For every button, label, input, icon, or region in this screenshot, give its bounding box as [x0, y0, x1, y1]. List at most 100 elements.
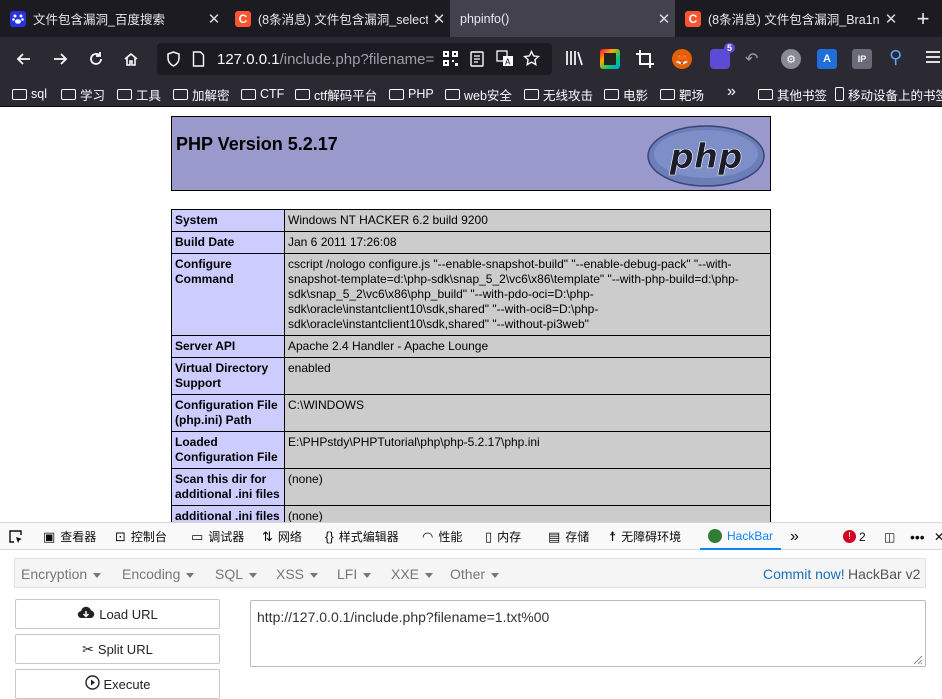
error-icon: !: [843, 530, 856, 543]
resize-handle-icon[interactable]: [911, 653, 923, 665]
close-tab-icon[interactable]: ✕: [428, 10, 450, 28]
tab-hackbar[interactable]: HackBar: [700, 523, 782, 550]
url-textarea[interactable]: http://127.0.0.1/include.php?filename=1.…: [250, 600, 926, 667]
tab-style-editor[interactable]: {} 样式编辑器: [325, 523, 399, 550]
location-pin-icon[interactable]: ⚲: [889, 47, 902, 68]
tab-phpinfo[interactable]: phpinfo() ✕: [450, 0, 675, 37]
library-icon[interactable]: [565, 49, 585, 70]
error-count: 2: [859, 529, 866, 544]
qr-code-icon[interactable]: [443, 51, 458, 69]
csdn-icon: C: [685, 10, 701, 27]
page-info-icon[interactable]: [192, 51, 205, 70]
menu-icon[interactable]: [925, 49, 941, 68]
bookmark-folder-range[interactable]: 靶场: [660, 85, 704, 103]
close-tab-icon[interactable]: ✕: [880, 10, 902, 28]
row-key: Virtual Directory Support: [171, 357, 285, 395]
back-button[interactable]: [10, 45, 38, 73]
error-count-badge[interactable]: ! 2: [843, 523, 866, 550]
dock-toggle-button[interactable]: ◫: [884, 523, 895, 550]
translate-extension-icon[interactable]: A: [817, 49, 837, 69]
bookmark-folder-tools[interactable]: 工具: [117, 85, 161, 103]
close-tab-icon[interactable]: ✕: [653, 10, 675, 28]
folder-icon: [241, 88, 256, 100]
translate-icon[interactable]: A: [496, 50, 514, 70]
devtools-menu-button[interactable]: •••: [910, 523, 925, 550]
bookmark-folder-websec[interactable]: web安全: [445, 85, 512, 103]
menu-other[interactable]: Other: [450, 566, 499, 582]
devtools-toolbar: ▣ 查看器 ⊡ 控制台 ▭ 调试器 ⇅ 网络 {} 样式编辑器 ◠ 性能 ▯ 内存 ▤ 存储 ☨…: [0, 522, 942, 550]
split-url-button[interactable]: ✂ Split URL: [15, 634, 220, 664]
bookmark-label: 电影: [623, 88, 649, 103]
php-logo-icon: php: [647, 125, 765, 187]
close-devtools-button[interactable]: ✕: [934, 523, 942, 550]
bookmark-folder-movies[interactable]: 电影: [604, 85, 648, 103]
bookmark-folder-sql[interactable]: sql: [12, 85, 47, 103]
tab-storage[interactable]: ▤ 存储: [548, 523, 589, 550]
forward-button[interactable]: [46, 45, 74, 73]
extension-gray-icon[interactable]: ⚙: [781, 49, 801, 69]
element-picker-button[interactable]: [8, 523, 24, 550]
home-button[interactable]: [117, 45, 145, 73]
reader-view-icon[interactable]: [470, 51, 484, 70]
tab-label: 性能: [438, 530, 463, 544]
menu-xxe[interactable]: XXE: [391, 566, 433, 582]
new-tab-button[interactable]: +: [904, 0, 942, 37]
menu-lfi[interactable]: LFI: [337, 566, 371, 582]
tab-accessibility[interactable]: ☨ 无障碍环境: [609, 523, 681, 550]
storage-icon: ▤: [548, 528, 561, 544]
tab-bar: 文件包含漏洞_百度搜索 ✕ C (8条消息) 文件包含漏洞_selectk ✕ …: [0, 0, 942, 37]
ellipsis-icon: •••: [910, 528, 925, 545]
tab-csdn-1[interactable]: C (8条消息) 文件包含漏洞_selectk ✕: [225, 0, 450, 37]
cloud-download-icon: [77, 606, 95, 623]
bookmarks-overflow-button[interactable]: »: [727, 83, 736, 101]
more-tabs-button[interactable]: »: [790, 523, 799, 550]
tab-inspector[interactable]: ▣ 查看器: [43, 523, 96, 550]
shield-icon[interactable]: [166, 51, 181, 70]
tab-baidu[interactable]: 文件包含漏洞_百度搜索 ✕: [0, 0, 225, 37]
table-row: System Windows NT HACKER 6.2 build 9200: [171, 209, 771, 232]
tab-label: 调试器: [208, 530, 245, 544]
play-circle-icon: [84, 675, 100, 693]
menu-encryption[interactable]: Encryption: [21, 566, 101, 582]
tab-csdn-2[interactable]: C (8条消息) 文件包含漏洞_Bra1n ✕: [675, 0, 902, 37]
commit-now-link[interactable]: Commit now!: [763, 566, 845, 582]
crop-icon[interactable]: [635, 49, 655, 72]
row-value: Windows NT HACKER 6.2 build 9200: [284, 209, 771, 232]
tab-memory[interactable]: ▯ 内存: [485, 523, 521, 550]
menu-sql[interactable]: SQL: [215, 566, 257, 582]
tab-console[interactable]: ⊡ 控制台: [115, 523, 167, 550]
folder-icon: [660, 88, 675, 100]
mobile-bookmarks[interactable]: 移动设备上的书签: [835, 85, 942, 103]
bookmark-folder-wireless[interactable]: 无线攻击: [524, 85, 593, 103]
extension-colorful-icon[interactable]: [600, 49, 620, 69]
hackbar-icon: [708, 528, 722, 543]
reload-button[interactable]: [82, 45, 110, 73]
menu-xss[interactable]: XSS: [276, 566, 318, 582]
menu-encoding[interactable]: Encoding: [122, 566, 194, 582]
page-content: PHP Version 5.2.17 php System Windows NT …: [0, 107, 942, 522]
address-bar[interactable]: 127.0.0.1/include.php?filename= A: [157, 43, 552, 75]
tab-network[interactable]: ⇅ 网络: [262, 523, 302, 550]
arrow-right-icon: [54, 53, 68, 65]
bookmark-folder-ctf-decoder[interactable]: ctf解码平台: [295, 85, 377, 103]
bookmark-folder-crypto[interactable]: 加解密: [173, 85, 230, 103]
close-tab-icon[interactable]: ✕: [203, 10, 225, 28]
undo-icon[interactable]: ↶: [745, 49, 758, 69]
other-bookmarks[interactable]: 其他书签: [758, 85, 827, 103]
svg-text:A: A: [505, 58, 511, 67]
tab-title: (8条消息) 文件包含漏洞_Bra1n: [708, 13, 880, 27]
tab-debugger[interactable]: ▭ 调试器: [191, 523, 244, 550]
ip-extension-icon[interactable]: IP: [852, 49, 872, 69]
execute-button[interactable]: Execute: [15, 669, 220, 699]
bookmark-folder-ctf[interactable]: CTF: [241, 85, 284, 103]
row-key: Server API: [171, 335, 285, 358]
foxyproxy-icon[interactable]: 🦊: [672, 49, 692, 69]
extension-purple-icon[interactable]: 5: [710, 43, 735, 69]
tab-performance[interactable]: ◠ 性能: [422, 523, 462, 550]
tab-title: phpinfo(): [460, 11, 510, 26]
bookmark-folder-study[interactable]: 学习: [61, 85, 105, 103]
bookmark-folder-php[interactable]: PHP: [389, 85, 434, 103]
load-url-button[interactable]: Load URL: [15, 599, 220, 629]
star-bookmark-icon[interactable]: [523, 49, 540, 70]
folder-icon: [604, 88, 619, 100]
